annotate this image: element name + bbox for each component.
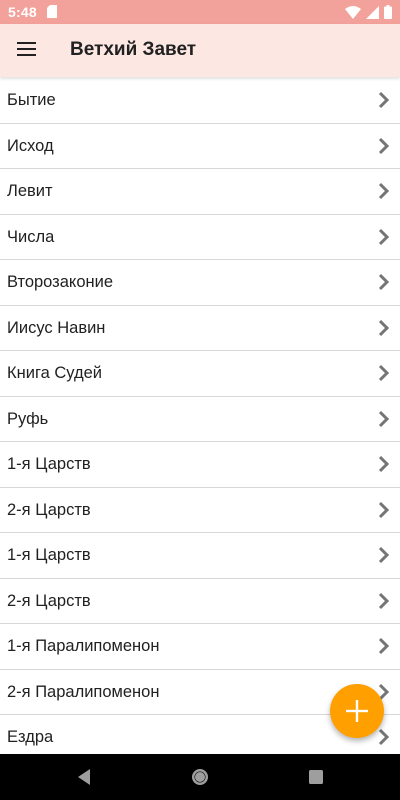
list-item-label: 1-я Паралипоменон	[7, 637, 160, 655]
chevron-right-icon	[378, 637, 390, 655]
chevron-right-icon	[378, 319, 390, 336]
chevron-right-icon	[378, 91, 390, 109]
list-item-label: 1-я Царств	[7, 546, 91, 564]
list-item[interactable]: Исход	[0, 124, 400, 169]
screen: 5:48 Ветхий Завет Бытие Исход Левит Числа Вт…	[0, 0, 400, 800]
list-item-label: Второзаконие	[7, 273, 114, 291]
list-item[interactable]: 1-я Паралипоменон	[0, 624, 400, 670]
list-item-label: Левит	[7, 182, 53, 200]
system-nav-bar	[0, 754, 400, 800]
status-time: 5:48	[8, 4, 37, 20]
chevron-right-icon	[378, 364, 390, 382]
chevron-right-icon	[378, 273, 390, 291]
list-item[interactable]: Руфь	[0, 397, 400, 442]
list-item-label: 2-я Царств	[7, 500, 91, 519]
list-item[interactable]: Книга Судей	[0, 351, 400, 397]
list-item-label: 2-я Паралипоменон	[7, 682, 160, 701]
chevron-right-icon	[378, 501, 390, 518]
list-item[interactable]: 1-я Царств	[0, 533, 400, 579]
list-item-label: Книга Судей	[7, 364, 102, 382]
list-item-label: Руфь	[7, 409, 49, 428]
battery-icon	[384, 5, 392, 19]
chevron-right-icon	[378, 228, 390, 245]
list-item[interactable]: 2-я Царств	[0, 579, 400, 624]
list-item-label: 1-я Царств	[7, 455, 91, 473]
page-title: Ветхий Завет	[70, 39, 197, 60]
list-item[interactable]: 2-я Царств	[0, 488, 400, 533]
list-item-label: Бытие	[7, 91, 56, 109]
recents-icon[interactable]	[306, 767, 326, 787]
list-item-label: 2-я Царств	[7, 591, 91, 610]
list-item[interactable]: Бытие	[0, 78, 400, 124]
chevron-right-icon	[378, 592, 390, 609]
app-bar: Ветхий Завет	[0, 24, 400, 77]
list-item[interactable]: Иисус Навин	[0, 306, 400, 351]
chevron-right-icon	[378, 728, 390, 746]
book-list: Бытие Исход Левит Числа Второзаконие Иисус На…	[0, 78, 400, 754]
status-icons	[345, 4, 392, 20]
list-item[interactable]: Второзаконие	[0, 260, 400, 306]
hamburger-menu-icon[interactable]	[13, 35, 41, 63]
plus-icon	[346, 700, 368, 722]
signal-icon	[366, 5, 379, 19]
list-item[interactable]: Числа	[0, 215, 400, 260]
list-item-label: Ездра	[7, 728, 54, 746]
wifi-icon	[345, 5, 361, 19]
chevron-right-icon	[378, 137, 390, 154]
list-item[interactable]: 1-я Царств	[0, 442, 400, 488]
sd-card-icon	[47, 5, 57, 18]
add-fab-button[interactable]	[330, 684, 384, 738]
chevron-right-icon	[378, 455, 390, 473]
back-icon[interactable]	[75, 767, 95, 787]
list-item-label: Числа	[7, 227, 55, 246]
list-item[interactable]: Левит	[0, 169, 400, 215]
status-bar: 5:48	[0, 0, 400, 24]
home-icon[interactable]	[190, 767, 210, 787]
list-item-label: Иисус Навин	[7, 318, 106, 337]
chevron-right-icon	[378, 182, 390, 200]
chevron-right-icon	[378, 410, 390, 427]
list-item-label: Исход	[7, 136, 54, 155]
chevron-right-icon	[378, 546, 390, 564]
